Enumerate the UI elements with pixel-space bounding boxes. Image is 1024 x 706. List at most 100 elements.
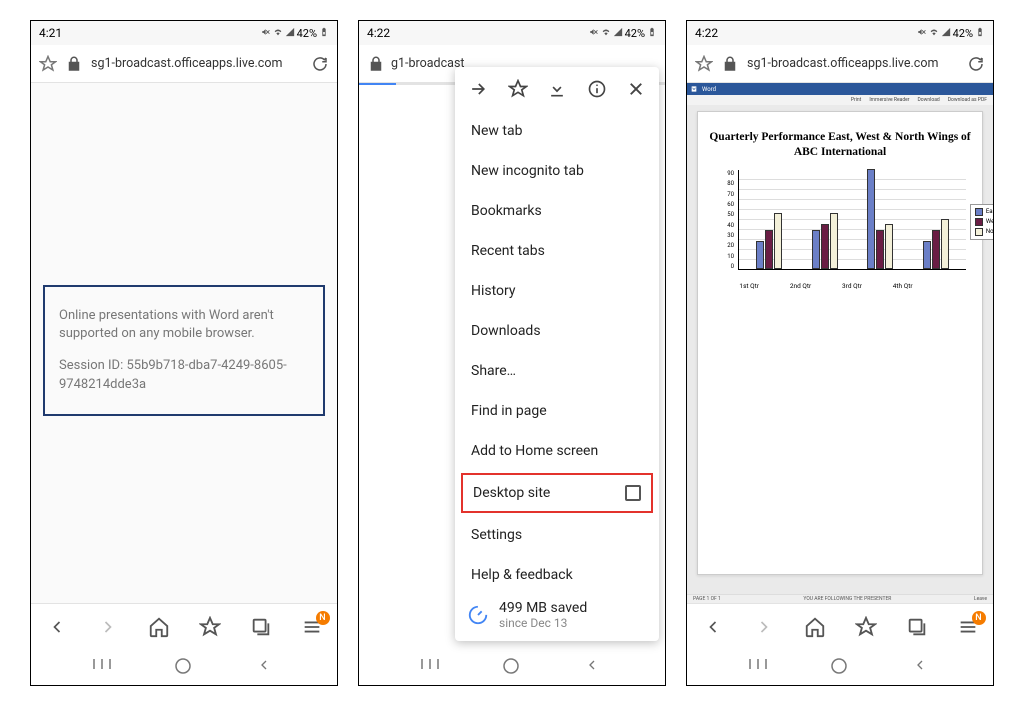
back-button[interactable] (45, 615, 69, 639)
bar-west-3rdQtr (876, 230, 884, 269)
phone-screenshot-2: 4:22 42% g1-broadcast New (358, 20, 666, 686)
wifi-icon (601, 27, 611, 40)
y-axis: 9080706050403020100 (722, 170, 734, 270)
back-nav-button[interactable] (256, 657, 276, 677)
battery-icon (319, 27, 329, 40)
toolbar-print[interactable]: Print (851, 97, 861, 103)
session-id-text: Session ID: 55b9b718-dba7-4249-8605-9748… (59, 357, 309, 393)
battery-text: 42% (297, 27, 317, 40)
unsupported-message-text: Online presentations with Word aren't su… (59, 307, 309, 343)
url-text[interactable]: g1-broadcast (391, 56, 465, 71)
bar-west-2ndQtr (821, 224, 829, 268)
battery-icon (647, 27, 657, 40)
mute-icon (917, 27, 927, 40)
recents-button[interactable] (92, 657, 112, 677)
chart-legend: East West North (970, 204, 993, 240)
menu-button[interactable]: N (300, 615, 324, 639)
bar-north-4thQtr (941, 219, 949, 269)
bookmarks-button[interactable] (198, 615, 222, 639)
star-icon[interactable] (507, 78, 529, 100)
bar-chart: 9080706050403020100 East West North (722, 170, 966, 280)
url-bar[interactable]: sg1-broadcast.officeapps.live.com (687, 45, 993, 83)
info-icon[interactable] (586, 78, 608, 100)
status-bar: 4:22 42% (687, 21, 993, 45)
menu-recent-tabs[interactable]: Recent tabs (455, 231, 659, 271)
status-time: 4:22 (695, 26, 718, 40)
menu-button[interactable]: N (956, 615, 980, 639)
menu-settings[interactable]: Settings (455, 515, 659, 555)
bar-east-3rdQtr (867, 169, 875, 269)
browser-bottom-nav: N (687, 603, 993, 649)
wifi-icon (929, 27, 939, 40)
recents-button[interactable] (420, 657, 440, 677)
menu-data-saved[interactable]: 499 MB saved since Dec 13 (455, 595, 659, 635)
menu-badge: N (316, 611, 330, 625)
recents-button[interactable] (748, 657, 768, 677)
menu-help[interactable]: Help & feedback (455, 555, 659, 595)
back-nav-button[interactable] (584, 657, 604, 677)
close-icon[interactable] (625, 78, 647, 100)
url-text[interactable]: sg1-broadcast.officeapps.live.com (91, 56, 303, 71)
toolbar-download[interactable]: Download (917, 97, 939, 103)
toolbar-immersive[interactable]: Immersive Reader (869, 97, 909, 103)
back-nav-button[interactable] (912, 657, 932, 677)
download-icon[interactable] (546, 78, 568, 100)
favorite-icon[interactable] (39, 55, 57, 73)
word-app-icon (691, 85, 699, 93)
bookmarks-button[interactable] (854, 615, 878, 639)
gauge-icon (467, 604, 489, 626)
bar-east-4thQtr (923, 241, 931, 269)
page-indicator: PAGE 1 OF 1 (693, 596, 721, 602)
menu-downloads[interactable]: Downloads (455, 311, 659, 351)
home-nav-button[interactable] (502, 657, 522, 677)
tabs-button[interactable] (905, 615, 929, 639)
menu-share[interactable]: Share… (455, 351, 659, 391)
back-button[interactable] (701, 615, 725, 639)
status-time: 4:21 (39, 26, 62, 40)
signal-icon (613, 27, 623, 40)
url-text[interactable]: sg1-broadcast.officeapps.live.com (747, 56, 959, 71)
menu-new-incognito[interactable]: New incognito tab (455, 151, 659, 191)
menu-history[interactable]: History (455, 271, 659, 311)
leave-link[interactable]: Leave (974, 596, 987, 602)
lock-icon (65, 55, 83, 73)
refresh-icon[interactable] (967, 55, 985, 73)
system-nav (687, 649, 993, 685)
refresh-icon[interactable] (311, 55, 329, 73)
legend-east: East (986, 208, 993, 215)
status-icons: 42% (261, 27, 329, 40)
menu-new-tab[interactable]: New tab (455, 111, 659, 151)
menu-desktop-site[interactable]: Desktop site (461, 473, 653, 513)
url-bar[interactable]: sg1-broadcast.officeapps.live.com (31, 45, 337, 83)
battery-text: 42% (953, 27, 973, 40)
lock-icon (721, 55, 739, 73)
status-icons: 42% (589, 27, 657, 40)
status-time: 4:22 (367, 26, 390, 40)
data-saved-since: since Dec 13 (499, 616, 587, 630)
system-nav (31, 649, 337, 685)
battery-text: 42% (625, 27, 645, 40)
browser-bottom-nav: N (31, 603, 337, 649)
forward-button (96, 615, 120, 639)
desktop-site-checkbox[interactable] (625, 485, 641, 501)
chart-title: Quarterly Performance East, West & North… (708, 130, 972, 160)
page-content: Word Print Immersive Reader Download Dow… (687, 83, 993, 603)
home-button[interactable] (147, 615, 171, 639)
bar-west-1stQtr (765, 230, 773, 269)
document-page: Quarterly Performance East, West & North… (697, 111, 983, 575)
wifi-icon (273, 27, 283, 40)
battery-icon (975, 27, 985, 40)
menu-bookmarks[interactable]: Bookmarks (455, 191, 659, 231)
legend-west: West (986, 218, 993, 225)
forward-icon[interactable] (467, 78, 489, 100)
phone-screenshot-3: 4:22 42% sg1-broadcast.officeapps.live.c… (686, 20, 994, 686)
home-nav-button[interactable] (174, 657, 194, 677)
home-button[interactable] (803, 615, 827, 639)
home-nav-button[interactable] (830, 657, 850, 677)
favorite-icon[interactable] (695, 55, 713, 73)
menu-add-home[interactable]: Add to Home screen (455, 431, 659, 471)
bar-north-2ndQtr (830, 213, 838, 269)
menu-find-in-page[interactable]: Find in page (455, 391, 659, 431)
toolbar-pdf[interactable]: Download as PDF (948, 97, 987, 103)
tabs-button[interactable] (249, 615, 273, 639)
